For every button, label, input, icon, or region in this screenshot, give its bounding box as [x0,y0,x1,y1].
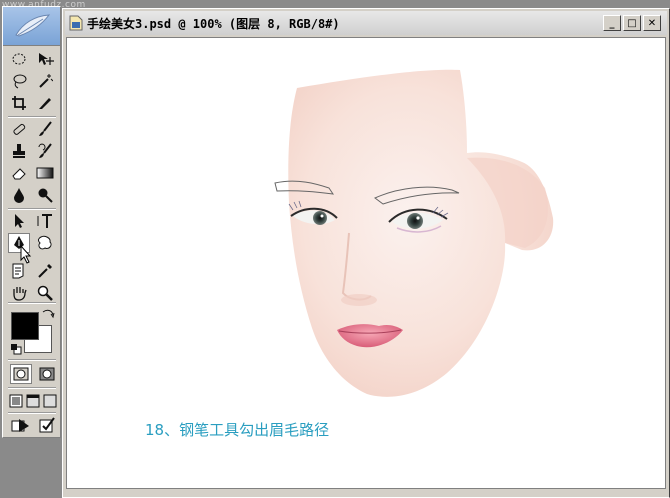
type-tool-icon[interactable] [34,211,56,231]
brush-tool-icon[interactable] [34,119,56,139]
imageready-icon[interactable] [36,415,58,435]
gradient-tool-icon[interactable] [34,163,56,183]
blur-tool-icon[interactable] [8,185,30,205]
dodge-tool-icon[interactable] [34,185,56,205]
zoom-tool-icon[interactable] [34,283,56,303]
toolbox-panel [2,6,61,438]
healing-brush-tool-icon[interactable] [8,119,30,139]
custom-shape-tool-icon[interactable] [34,233,56,253]
close-button[interactable]: ✕ [643,15,661,31]
eraser-tool-icon[interactable] [8,163,30,183]
path-selection-tool-icon[interactable] [8,211,30,231]
hand-tool-icon[interactable] [8,283,30,303]
document-title: 手绘美女3.psd @ 100% (图层 8, RGB/8#) [87,16,340,31]
document-title-bar[interactable]: 手绘美女3.psd @ 100% (图层 8, RGB/8#) _ □ ✕ [65,11,667,35]
document-canvas[interactable]: 18、钢笔工具勾出眉毛路径 [66,37,666,489]
screen-mode-full-menu-icon[interactable] [25,391,41,411]
lasso-tool-icon[interactable] [8,71,30,91]
swap-colors-icon[interactable] [41,308,55,322]
toolbox-header[interactable] [3,7,60,46]
magic-wand-tool-icon[interactable] [34,71,56,91]
foreground-color-swatch[interactable] [11,312,39,340]
clone-stamp-tool-icon[interactable] [8,141,30,161]
document-window: 手绘美女3.psd @ 100% (图层 8, RGB/8#) _ □ ✕ 18… [62,8,670,498]
slice-tool-icon[interactable] [34,93,56,113]
default-colors-icon[interactable] [10,343,22,355]
notes-tool-icon[interactable] [8,261,30,281]
jump-to-imageready-icon[interactable] [10,415,32,435]
step-caption: 18、钢笔工具勾出眉毛路径 [145,421,330,439]
psd-document-icon [69,15,83,31]
history-brush-tool-icon[interactable] [34,141,56,161]
minimize-button[interactable]: _ [603,15,621,31]
screen-mode-standard-icon[interactable] [8,391,24,411]
maximize-button[interactable]: □ [623,15,641,31]
quick-mask-mode-icon[interactable] [36,364,58,384]
marquee-tool-icon[interactable] [8,49,30,69]
crop-tool-icon[interactable] [8,93,30,113]
standard-mode-icon[interactable] [10,364,32,384]
screen-mode-full-icon[interactable] [42,391,58,411]
eyedropper-tool-icon[interactable] [34,261,56,281]
move-tool-icon[interactable] [34,49,56,69]
photoshop-feather-icon [15,14,51,37]
